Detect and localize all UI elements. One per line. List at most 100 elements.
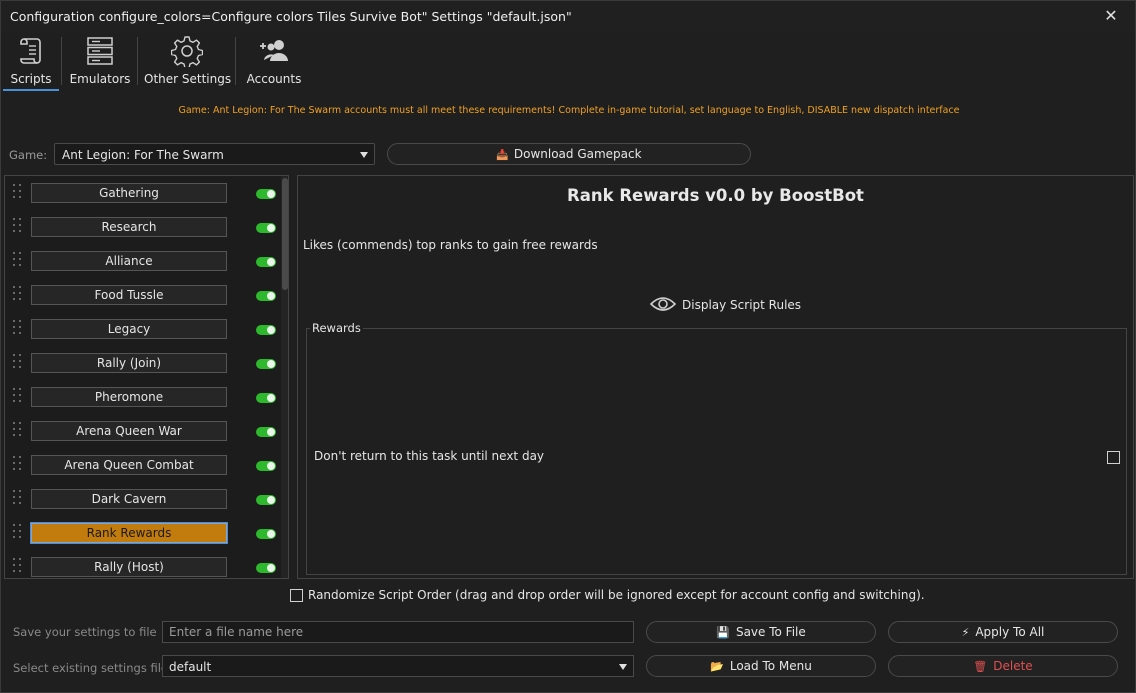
download-gamepack-button[interactable]: 📥 Download Gamepack	[387, 143, 751, 165]
script-description: Likes (commends) top ranks to gain free …	[303, 238, 598, 252]
drag-handle-icon[interactable]	[13, 388, 22, 404]
script-enable-toggle[interactable]	[256, 291, 276, 301]
file-name-input[interactable]	[162, 621, 634, 643]
select-settings-label: Select existing settings file	[13, 661, 168, 675]
drag-handle-icon[interactable]	[13, 456, 22, 472]
drag-handle-icon[interactable]	[13, 252, 22, 268]
script-row[interactable]: Rally (Host)	[5, 550, 281, 578]
script-enable-toggle[interactable]	[256, 223, 276, 233]
randomize-order-checkbox[interactable]	[290, 589, 303, 602]
skip-until-next-day-label: Don't return to this task until next day	[314, 449, 545, 463]
download-gamepack-label: Download Gamepack	[513, 147, 642, 161]
script-button[interactable]: Legacy	[31, 319, 227, 339]
folder-icon: 📂	[710, 660, 724, 673]
script-enable-toggle[interactable]	[256, 257, 276, 267]
script-row[interactable]: Dark Cavern	[5, 482, 281, 516]
drag-handle-icon[interactable]	[13, 286, 22, 302]
scrollbar-thumb[interactable]	[282, 178, 288, 290]
apply-to-all-label: Apply To All	[975, 625, 1045, 639]
script-button[interactable]: Gathering	[31, 183, 227, 203]
download-icon: 📥	[496, 150, 509, 161]
scroll-icon	[20, 38, 41, 64]
script-row[interactable]: Food Tussle	[5, 278, 281, 312]
rewards-group-title: Rewards	[310, 321, 363, 335]
load-to-menu-button[interactable]: 📂 Load To Menu	[646, 655, 876, 677]
save-to-file-button[interactable]: 💾 Save To File	[646, 621, 876, 643]
close-button[interactable]: ✕	[1101, 6, 1121, 26]
script-button[interactable]: Food Tussle	[31, 285, 227, 305]
script-enable-toggle[interactable]	[256, 359, 276, 369]
script-enable-toggle[interactable]	[256, 529, 276, 539]
toolbar-divider	[235, 37, 236, 85]
script-title: Rank Rewards v0.0 by BoostBot	[567, 186, 864, 205]
tab-emulators[interactable]: Emulators	[67, 33, 133, 91]
script-button[interactable]: Arena Queen War	[31, 421, 227, 441]
game-select-value: Ant Legion: For The Swarm	[62, 148, 224, 162]
script-row[interactable]: Rank Rewards	[5, 516, 281, 550]
script-button[interactable]: Rally (Join)	[31, 353, 227, 373]
drag-handle-icon[interactable]	[13, 524, 22, 540]
script-row[interactable]: Rally (Join)	[5, 346, 281, 380]
tab-other-settings-label: Other Settings	[144, 72, 232, 86]
game-requirements-notice: Game: Ant Legion: For The Swarm accounts…	[178, 105, 960, 116]
script-row[interactable]: Arena Queen Combat	[5, 448, 281, 482]
gear-icon	[171, 36, 203, 67]
save-icon: 💾	[716, 626, 730, 639]
chevron-down-icon	[619, 664, 627, 670]
script-button[interactable]: Alliance	[31, 251, 227, 271]
tab-scripts-label: Scripts	[10, 72, 52, 86]
script-row[interactable]: Legacy	[5, 312, 281, 346]
script-row[interactable]: Gathering	[5, 176, 281, 210]
tab-accounts-label: Accounts	[246, 72, 302, 86]
script-row[interactable]: Alliance	[5, 244, 281, 278]
server-icon	[87, 37, 113, 65]
script-row[interactable]: Pheromone	[5, 380, 281, 414]
game-label: Game:	[9, 148, 48, 162]
chevron-down-icon	[360, 152, 368, 158]
script-button[interactable]: Arena Queen Combat	[31, 455, 227, 475]
drag-handle-icon[interactable]	[13, 320, 22, 336]
delete-label: Delete	[993, 659, 1033, 673]
script-enable-toggle[interactable]	[256, 189, 276, 199]
title-bar: Configuration configure_colors=Configure…	[1, 1, 1135, 33]
rewards-group: Rewards Don't return to this task until …	[306, 321, 1127, 575]
settings-file-select[interactable]: default	[162, 655, 634, 677]
script-list: Gathering Research Alliance Food Tussle Lega…	[4, 175, 289, 579]
script-row[interactable]: Research	[5, 210, 281, 244]
script-button[interactable]: Rally (Host)	[31, 557, 227, 577]
apply-to-all-button[interactable]: ⚡ Apply To All	[888, 621, 1118, 643]
add-users-icon	[260, 40, 288, 61]
randomize-order-label: Randomize Script Order (drag and drop or…	[308, 588, 925, 602]
delete-button[interactable]: 🗑 Delete	[888, 655, 1118, 677]
script-row[interactable]: Arena Queen War	[5, 414, 281, 448]
drag-handle-icon[interactable]	[13, 218, 22, 234]
game-select[interactable]: Ant Legion: For The Swarm	[54, 143, 375, 165]
tab-other-settings[interactable]: Other Settings	[144, 33, 232, 91]
drag-handle-icon[interactable]	[13, 558, 22, 574]
drag-handle-icon[interactable]	[13, 184, 22, 200]
script-enable-toggle[interactable]	[256, 461, 276, 471]
tab-accounts[interactable]: Accounts	[241, 33, 307, 91]
script-enable-toggle[interactable]	[256, 427, 276, 437]
script-enable-toggle[interactable]	[256, 393, 276, 403]
tab-scripts[interactable]: Scripts	[3, 33, 59, 91]
drag-handle-icon[interactable]	[13, 490, 22, 506]
script-button[interactable]: Pheromone	[31, 387, 227, 407]
toolbar-divider	[137, 37, 138, 85]
script-enable-toggle[interactable]	[256, 495, 276, 505]
save-to-file-label: Save To File	[735, 625, 806, 639]
script-button[interactable]: Rank Rewards	[31, 523, 227, 543]
tab-emulators-label: Emulators	[69, 72, 131, 86]
script-enable-toggle[interactable]	[256, 563, 276, 573]
drag-handle-icon[interactable]	[13, 354, 22, 370]
script-button[interactable]: Dark Cavern	[31, 489, 227, 509]
main-toolbar: Scripts Emulators Other Settings Account…	[1, 33, 1135, 91]
drag-handle-icon[interactable]	[13, 422, 22, 438]
script-enable-toggle[interactable]	[256, 325, 276, 335]
display-script-rules-label: Display Script Rules	[682, 298, 802, 312]
settings-file-select-value: default	[169, 660, 212, 674]
toolbar-divider	[61, 37, 62, 85]
script-button[interactable]: Research	[31, 217, 227, 237]
skip-until-next-day-checkbox[interactable]	[1107, 451, 1120, 464]
trash-icon: 🗑	[973, 660, 988, 673]
